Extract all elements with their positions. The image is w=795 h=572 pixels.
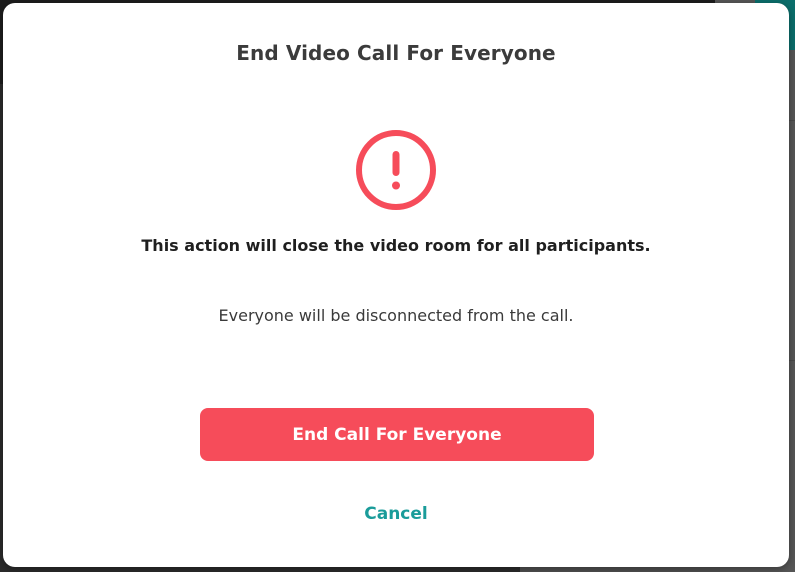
cancel-button[interactable]: Cancel xyxy=(346,501,446,527)
end-call-dialog: End Video Call For Everyone This action … xyxy=(3,3,789,567)
warning-message: This action will close the video room fo… xyxy=(141,236,651,255)
dialog-title: End Video Call For Everyone xyxy=(236,41,556,65)
warning-detail: Everyone will be disconnected from the c… xyxy=(218,306,574,325)
end-call-for-everyone-button[interactable]: End Call For Everyone xyxy=(200,408,594,461)
exclamation-circle-icon xyxy=(356,130,436,210)
